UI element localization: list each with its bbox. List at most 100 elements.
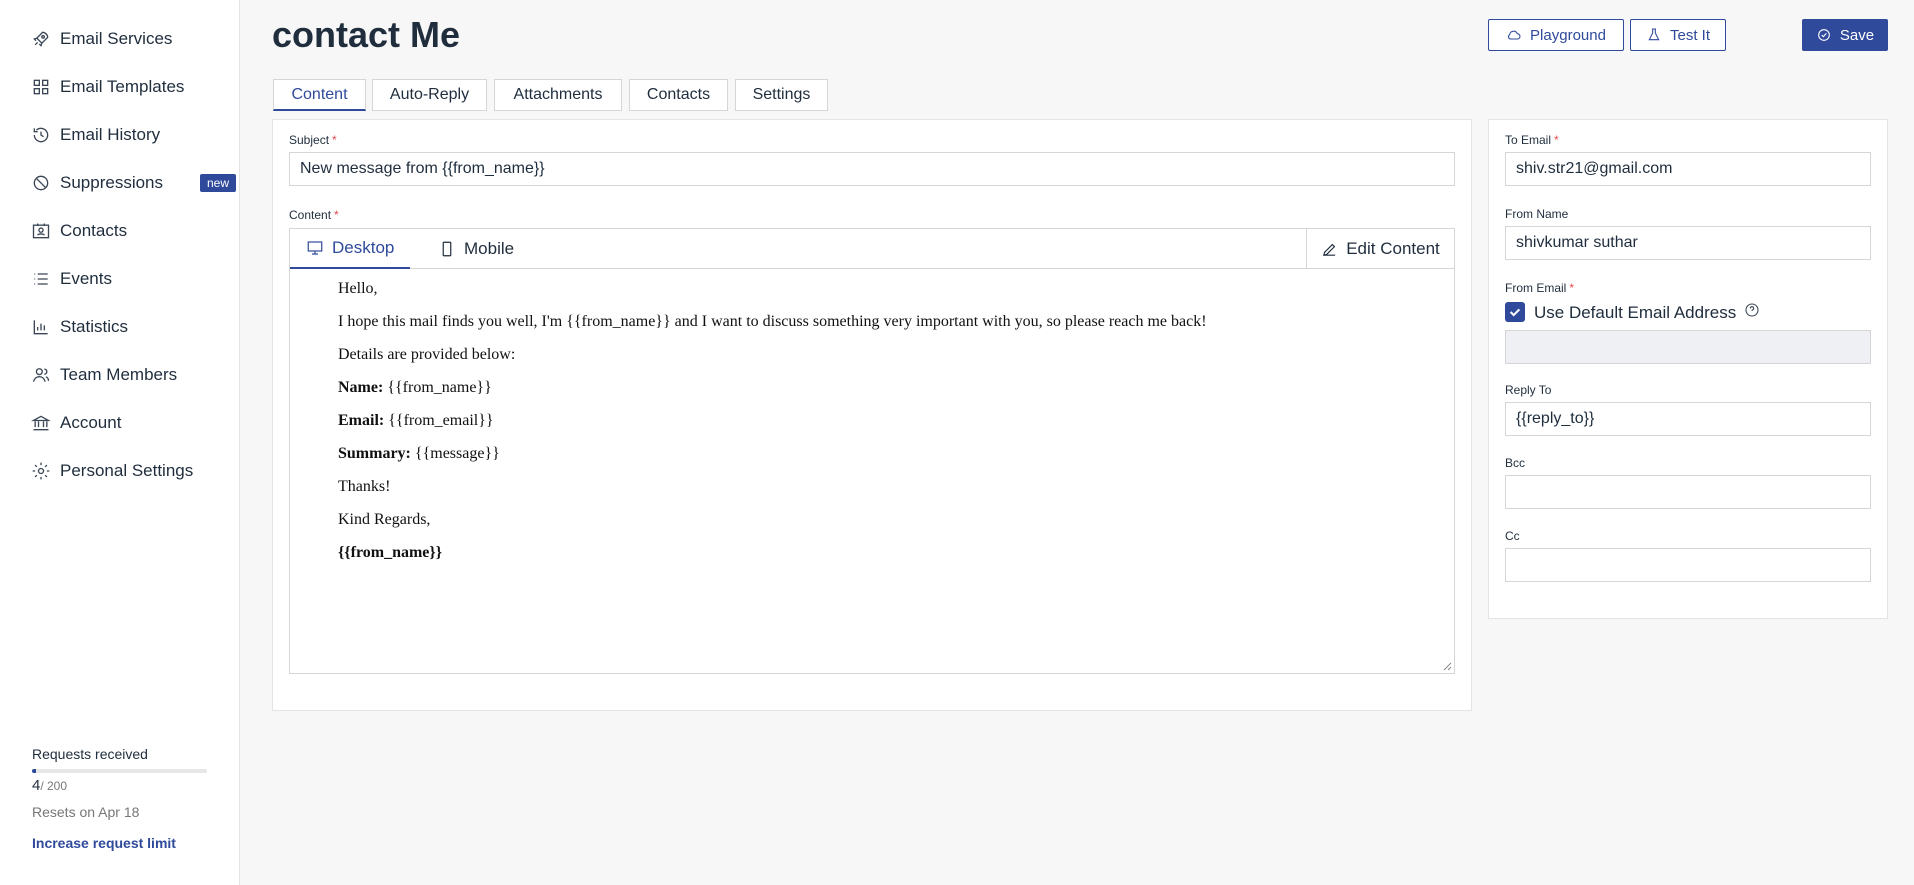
use-default-email-label: Use Default Email Address — [1534, 302, 1760, 323]
from-email-label: From Email * — [1505, 281, 1574, 295]
sidebar-item-team-members[interactable]: Team Members — [30, 359, 236, 391]
check-circle-icon — [1818, 29, 1830, 41]
flask-icon — [1648, 28, 1660, 41]
block-icon — [30, 172, 52, 194]
save-button[interactable]: Save — [1802, 19, 1888, 51]
checkmark-icon — [1509, 308, 1521, 317]
required-marker: * — [1554, 133, 1559, 147]
sidebar-item-label: Personal Settings — [60, 461, 194, 480]
desktop-icon — [307, 241, 323, 255]
sidebar-item-contacts[interactable]: Contacts — [30, 215, 236, 247]
bcc-input[interactable] — [1505, 475, 1871, 509]
subject-input[interactable]: New message from {{from_name}} — [289, 152, 1455, 186]
body-line: Kind Regards, — [338, 511, 431, 528]
required-marker: * — [334, 208, 339, 222]
contact-card-icon — [30, 220, 52, 242]
tab-attachments[interactable]: Attachments — [494, 79, 622, 111]
body-line: Hello, — [338, 280, 378, 297]
playground-label: Playground — [1530, 26, 1606, 44]
from-name-label: From Name — [1505, 207, 1569, 221]
sidebar-item-label: Email History — [60, 125, 161, 144]
sidebar: Email Services Email Templates Email His… — [0, 0, 240, 885]
edit-content-label: Edit Content — [1346, 239, 1440, 258]
new-badge: new — [199, 174, 236, 192]
sidebar-item-statistics[interactable]: Statistics — [30, 311, 236, 343]
help-icon[interactable] — [1744, 302, 1760, 323]
sidebar-item-account[interactable]: Account — [30, 407, 236, 439]
mobile-label: Mobile — [464, 239, 515, 258]
name-value: {{from_name}} — [383, 379, 492, 396]
cloud-icon — [1508, 30, 1521, 40]
required-marker: * — [332, 133, 337, 147]
list-icon — [30, 268, 52, 290]
usage-count: 4/ 200 — [32, 777, 207, 794]
usage-progress-fill — [32, 769, 36, 773]
grid-icon — [30, 76, 52, 98]
reply-to-input[interactable]: {{reply_to}} — [1505, 402, 1871, 436]
use-default-email-checkbox[interactable] — [1505, 302, 1525, 322]
increase-request-limit-link[interactable]: Increase request limit — [32, 835, 176, 851]
body-signature: {{from_name}} — [338, 539, 1207, 572]
cc-input[interactable] — [1505, 548, 1871, 582]
signature-text: {{from_name}} — [338, 544, 443, 561]
body-line: Details are provided below: — [338, 346, 516, 363]
tab-auto-reply[interactable]: Auto-Reply — [372, 79, 487, 111]
to-email-label: To Email * — [1505, 133, 1559, 147]
gear-icon — [30, 460, 52, 482]
usage-reset-text: Resets on Apr 18 — [32, 804, 140, 820]
subject-label-text: Subject — [289, 133, 330, 147]
test-it-button[interactable]: Test It — [1630, 19, 1726, 51]
history-icon — [30, 124, 52, 146]
playground-button[interactable]: Playground — [1488, 19, 1624, 51]
bcc-label: Bcc — [1505, 456, 1526, 470]
content-label-text: Content — [289, 208, 332, 222]
bar-chart-icon — [30, 316, 52, 338]
tab-settings[interactable]: Settings — [735, 79, 828, 111]
sidebar-item-suppressions[interactable]: Suppressions new — [30, 167, 236, 199]
sidebar-item-label: Email Templates — [60, 77, 185, 96]
email-value: {{from_email}} — [384, 412, 494, 429]
content-editor[interactable]: Desktop Mobile Edit Content Hello, I hop… — [289, 228, 1455, 674]
bank-icon — [30, 412, 52, 434]
recipient-panel: To Email * shiv.str21@gmail.com From Name… — [1488, 119, 1888, 619]
sidebar-item-label: Suppressions — [60, 173, 164, 192]
save-label: Save — [1839, 26, 1875, 44]
email-key: Email: — [338, 412, 385, 429]
editor-toolbar: Desktop Mobile Edit Content — [290, 229, 1454, 269]
sidebar-item-label: Events — [60, 269, 112, 288]
required-marker: * — [1569, 281, 1575, 295]
tab-contacts[interactable]: Contacts — [629, 79, 728, 111]
body-line: I hope this mail finds you well, I'm {{f… — [338, 313, 1207, 330]
desktop-label: Desktop — [332, 238, 395, 257]
desktop-view-tab[interactable]: Desktop — [290, 229, 410, 269]
sidebar-item-events[interactable]: Events — [30, 263, 236, 295]
sidebar-item-email-history[interactable]: Email History — [30, 119, 236, 151]
sidebar-item-personal-settings[interactable]: Personal Settings — [30, 455, 236, 487]
tab-content[interactable]: Content — [273, 79, 366, 111]
sidebar-item-label: Statistics — [60, 317, 129, 336]
sidebar-item-label: Email Services — [60, 29, 173, 48]
to-email-input[interactable]: shiv.str21@gmail.com — [1505, 152, 1871, 186]
body-email-line: Email: {{from_email}} — [338, 407, 1207, 440]
sidebar-item-label: Team Members — [60, 365, 178, 384]
edit-content-button[interactable]: Edit Content — [1306, 229, 1454, 269]
cc-label: Cc — [1505, 529, 1520, 543]
body-line: Thanks! — [338, 478, 391, 495]
resize-handle-icon[interactable] — [1442, 661, 1452, 671]
page-title: contact Me — [272, 14, 461, 55]
use-default-email-text: Use Default Email Address — [1534, 302, 1737, 322]
name-key: Name: — [338, 379, 384, 396]
reply-to-label: Reply To — [1505, 383, 1552, 397]
sidebar-item-email-services[interactable]: Email Services — [30, 23, 236, 55]
summary-key: Summary: — [338, 445, 411, 462]
sidebar-item-email-templates[interactable]: Email Templates — [30, 71, 236, 103]
usage-label: Requests received — [32, 746, 148, 762]
body-summary-line: Summary: {{message}} — [338, 440, 1207, 473]
mobile-view-tab[interactable]: Mobile — [438, 229, 514, 269]
from-name-input[interactable]: shivkumar suthar — [1505, 226, 1871, 260]
usage-progress-bar — [32, 769, 207, 773]
pencil-icon — [1323, 243, 1336, 256]
sidebar-item-label: Contacts — [60, 221, 128, 240]
subject-label: Subject * — [289, 133, 337, 147]
team-icon — [30, 364, 52, 386]
